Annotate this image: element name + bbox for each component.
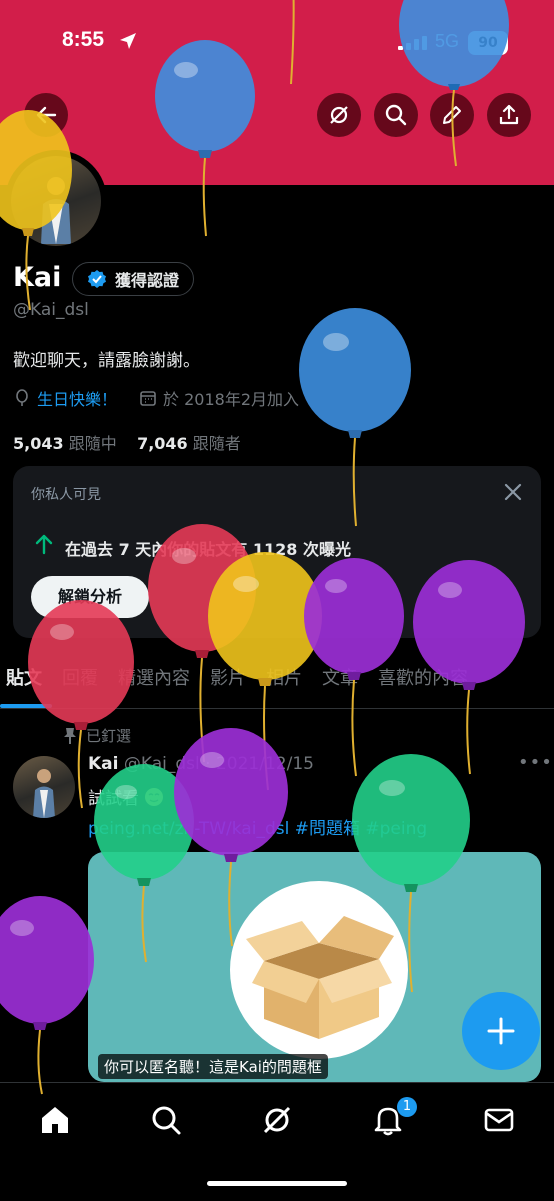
bottom-navigation: 1 — [0, 1082, 554, 1201]
search-icon[interactable] — [149, 1103, 183, 1137]
verified-label: 獲得認證 — [115, 271, 180, 290]
pin-icon — [64, 727, 76, 744]
tab-videos[interactable]: 影片 — [200, 650, 256, 708]
tab-photos[interactable]: 相片 — [256, 650, 312, 708]
edit-profile-button[interactable] — [430, 93, 474, 137]
impressions-text: 在過去 7 天內你的貼文有 1128 次曝光 — [65, 540, 351, 559]
share-icon — [499, 104, 519, 125]
tab-replies[interactable]: 回覆 — [52, 650, 108, 708]
verified-badge-button[interactable]: 獲得認證 — [72, 262, 195, 296]
more-options-icon[interactable]: ••• — [518, 752, 553, 773]
grok-icon — [330, 106, 348, 124]
avatar-photo-icon — [41, 177, 71, 244]
followers-count: 7,046 — [137, 434, 188, 453]
profile-handle: @Kai_dsl — [13, 300, 89, 320]
profile-avatar[interactable] — [11, 156, 101, 246]
tab-likes[interactable]: 喜歡的內容 — [368, 650, 478, 708]
status-bar: 8:55 5G 90 — [0, 0, 554, 80]
post-avatar[interactable] — [13, 756, 75, 818]
relieved-face-icon — [145, 788, 164, 806]
post-link[interactable]: peing.net/zh-TW/kai_dsl #問題箱 #peing — [88, 814, 427, 839]
profile-bio: 歡迎聊天，請露臉謝謝。 — [13, 351, 200, 371]
following-label: 跟隨中 — [68, 434, 117, 453]
cell-signal-icon — [398, 36, 427, 50]
balloon-icon — [16, 389, 28, 406]
purple-balloon-icon — [0, 896, 94, 1095]
post-author[interactable]: Kai — [88, 754, 118, 774]
pinned-indicator: 已釘選 — [62, 725, 131, 746]
edit-icon — [443, 106, 461, 124]
battery-indicator: 90 — [468, 31, 508, 55]
search-button[interactable] — [374, 93, 418, 137]
home-indicator — [207, 1181, 347, 1186]
tab-articles[interactable]: 文章 — [312, 650, 368, 708]
birthday-link[interactable]: 生日快樂！ — [37, 386, 117, 410]
notification-badge: 1 — [397, 1097, 417, 1117]
profile-tabs: 貼文 回覆 精選內容 影片 相片 文章 喜歡的內容 — [0, 650, 554, 709]
grok-icon[interactable] — [260, 1103, 294, 1137]
followers-link[interactable]: 7,046 跟隨者 — [137, 434, 241, 453]
card-title: 你私人可見 — [31, 487, 101, 503]
following-link[interactable]: 5,043 跟隨中 — [13, 434, 117, 453]
arrow-up-icon — [35, 534, 53, 555]
post-handle-date: @Kai_dsl · 2021/12/15 — [123, 754, 314, 774]
profile-name: Kai — [13, 262, 62, 293]
search-icon — [385, 104, 407, 126]
followers-label: 跟隨者 — [192, 434, 241, 453]
following-count: 5,043 — [13, 434, 64, 453]
box-image-circle — [230, 881, 408, 1059]
status-time: 8:55 — [62, 28, 105, 51]
follow-counts: 5,043 跟隨中 7,046 跟隨者 — [13, 430, 241, 454]
avatar-photo-icon — [33, 769, 55, 818]
analytics-card: 你私人可見 在過去 7 天內你的貼文有 1128 次曝光 解鎖分析 — [13, 466, 541, 638]
profile-meta: 生日快樂！ 於 2018年2月加入 — [13, 386, 299, 410]
plus-icon — [487, 1017, 515, 1045]
post-header: Kai @Kai_dsl · 2021/12/15 — [88, 754, 314, 774]
post-text: 試試看 — [88, 784, 164, 809]
back-button[interactable] — [24, 93, 68, 137]
back-arrow-icon — [36, 106, 57, 124]
location-arrow-icon — [120, 33, 136, 49]
compose-post-button[interactable] — [462, 992, 540, 1070]
preview-caption: 你可以匿名聽！這是Kai的問題框 — [98, 1054, 328, 1079]
network-type: 5G — [435, 31, 460, 51]
tab-posts[interactable]: 貼文 — [0, 650, 52, 708]
verified-check-icon — [88, 270, 106, 288]
tab-highlights[interactable]: 精選內容 — [108, 650, 200, 708]
home-icon[interactable] — [38, 1103, 72, 1137]
messages-icon[interactable] — [482, 1103, 516, 1137]
grok-button[interactable] — [317, 93, 361, 137]
unlock-analytics-button[interactable]: 解鎖分析 — [31, 576, 149, 618]
post-text-content: 試試看 — [88, 789, 145, 809]
close-icon[interactable] — [503, 482, 523, 502]
share-button[interactable] — [487, 93, 531, 137]
calendar-icon — [140, 391, 156, 406]
joined-date: 於 2018年2月加入 — [163, 390, 300, 409]
pinned-label: 已釘選 — [86, 727, 132, 745]
cardboard-box-icon — [246, 916, 394, 1039]
